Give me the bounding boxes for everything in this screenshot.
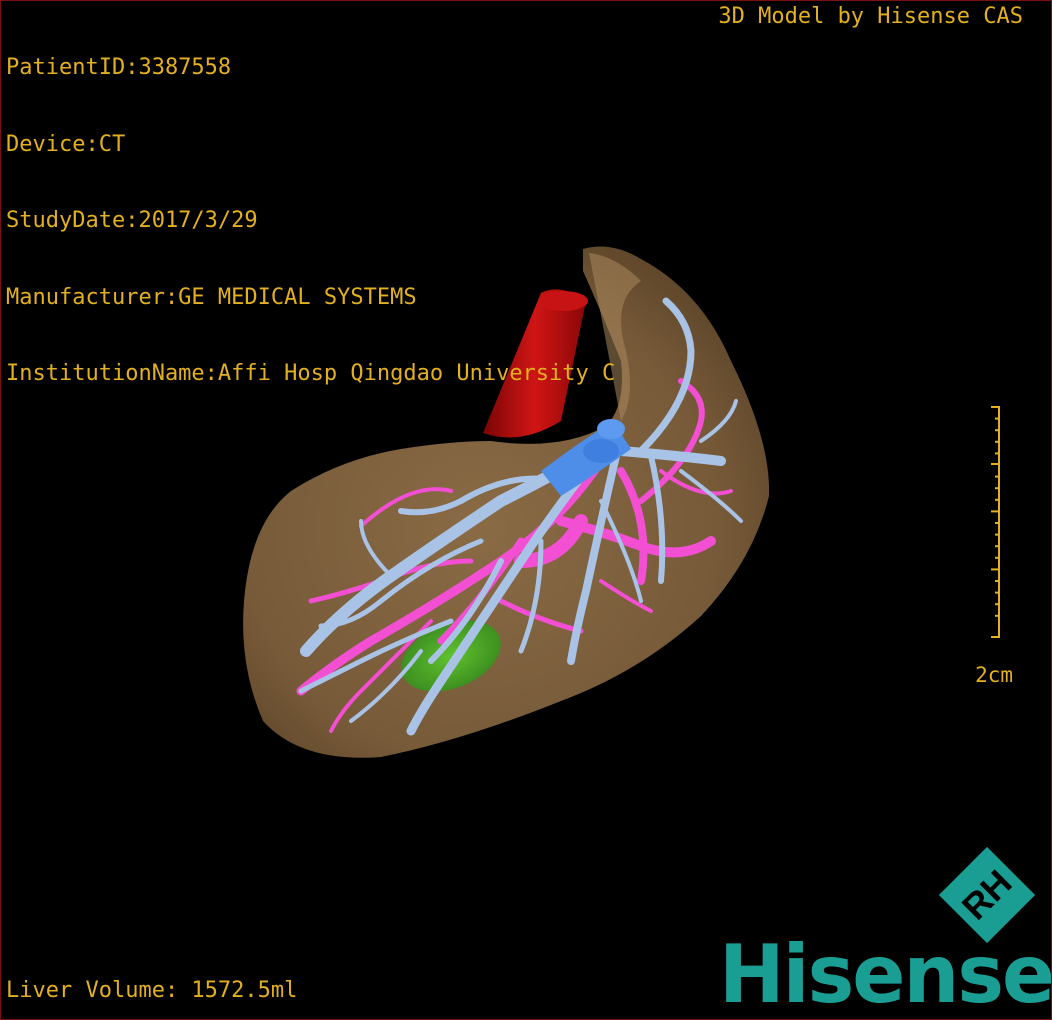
study-date-text: StudyDate:2017/3/29 [6,208,258,233]
model-credit-text: 3D Model by Hisense CAS [718,4,1023,29]
scale-bar-label: 2cm [975,663,1013,687]
3d-model-viewport[interactable]: PatientID:3387558 Device:CT StudyDate:20… [0,0,1052,1020]
scale-bar [991,406,1000,638]
hisense-logo-text: Hisense [719,928,1052,1020]
institution-text: InstitutionName:Affi Hosp Qingdao Univer… [6,361,616,386]
device-text: Device:CT [6,131,126,157]
manufacturer-text: Manufacturer:GE MEDICAL SYSTEMS [6,284,417,310]
patient-id-text: PatientID:3387558 [6,55,232,80]
study-info-block: PatientID:3387558 Device:CT StudyDate:20… [6,4,615,438]
liver-volume-text: Liver Volume: 1572.5ml [6,978,298,1003]
